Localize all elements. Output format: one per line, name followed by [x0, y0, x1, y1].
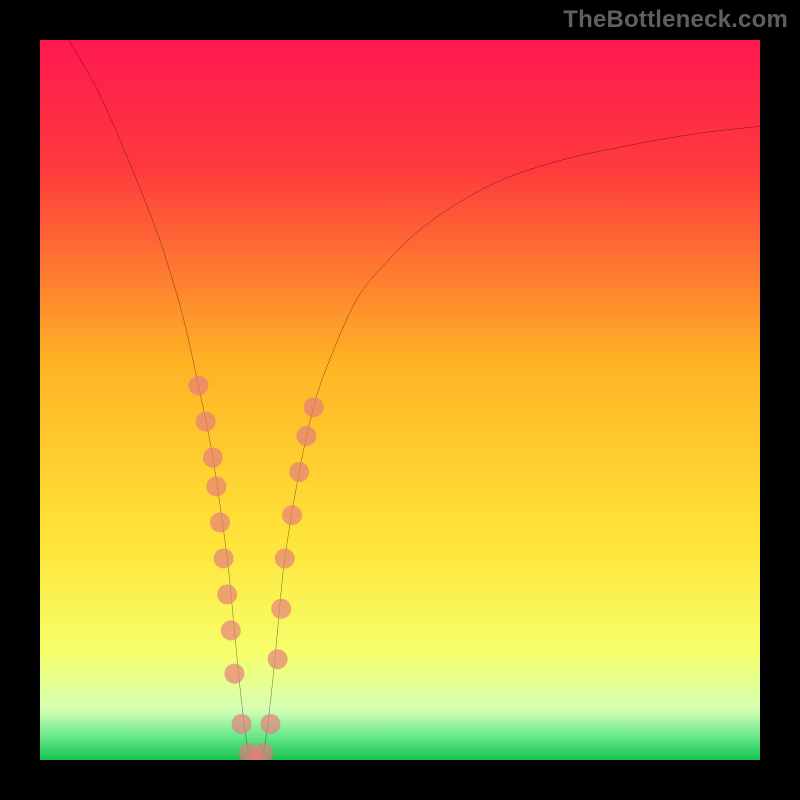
plot-area — [40, 40, 760, 760]
scatter-dot — [304, 397, 324, 417]
scatter-dot — [296, 426, 316, 446]
scatter-dot — [196, 412, 216, 432]
scatter-dot — [203, 448, 223, 468]
scatter-dot — [206, 476, 226, 496]
scatter-dot — [221, 620, 241, 640]
scatter-dot — [214, 548, 234, 568]
scatter-dot — [224, 664, 244, 684]
scatter-dot — [217, 584, 237, 604]
scatter-dot — [271, 599, 291, 619]
scatter-dot — [232, 714, 252, 734]
scatter-dot — [275, 548, 295, 568]
scatter-dot — [188, 376, 208, 396]
scatter-dot — [260, 714, 280, 734]
chart-frame: TheBottleneck.com — [0, 0, 800, 800]
chart-svg — [40, 40, 760, 760]
scatter-group — [188, 376, 323, 760]
scatter-dot — [253, 743, 273, 760]
bottleneck-curve-path — [69, 40, 760, 760]
scatter-dot — [268, 649, 288, 669]
scatter-dot — [210, 512, 230, 532]
watermark-text: TheBottleneck.com — [563, 6, 788, 34]
scatter-dot — [282, 505, 302, 525]
scatter-dot — [289, 462, 309, 482]
